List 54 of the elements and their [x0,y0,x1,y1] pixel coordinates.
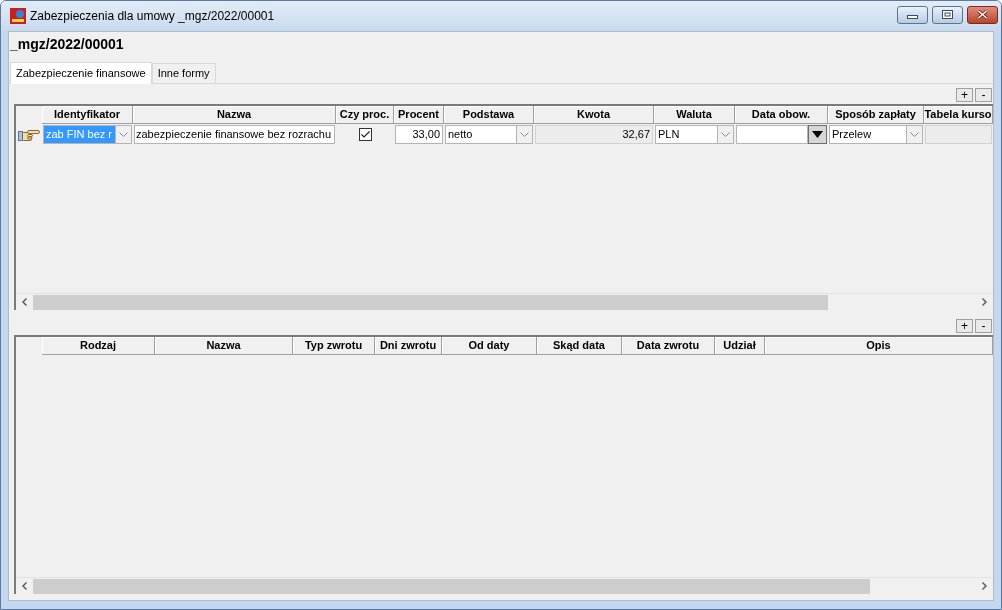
column-header: Tabela kurso [924,106,993,124]
chevron-down-icon [119,132,128,137]
combo-field[interactable]: PLN [655,125,717,144]
column-header: Czy proc. [336,106,394,124]
app-logo-icon [10,8,26,24]
column-header: Rodzaj [42,337,155,355]
maximize-button[interactable] [932,5,963,24]
chevron-down-icon [721,132,730,137]
column-header: Identyfikator [42,106,133,124]
minimize-button[interactable] [897,5,928,24]
column-header: Dni zwrotu [375,337,442,355]
date-field[interactable] [736,125,808,144]
text-field[interactable]: zabezpieczenie finansowe bez rozrachu [134,125,335,144]
chevron-down-icon [910,132,919,137]
document-number: _mgz/2022/00001 [9,35,125,53]
checkbox[interactable] [358,128,372,141]
column-header: Typ zwrotu [293,337,375,355]
column-header: Skąd data [537,337,622,355]
column-header: Waluta [654,106,735,124]
dropdown-button[interactable] [808,125,827,144]
add-row-button[interactable]: + [956,319,973,333]
chevron-right-icon[interactable] [982,582,987,590]
column-header: Opis [765,337,993,355]
close-button[interactable] [967,5,998,24]
column-header: Podstawa [444,106,534,124]
number-field[interactable]: 33,00 [395,125,443,144]
column-header: Procent [394,106,444,124]
combo-field[interactable]: Przelew [829,125,906,144]
minimize-icon [907,14,918,19]
combo-field[interactable]: netto [445,125,516,144]
maximize-icon [942,10,953,19]
add-row-button[interactable]: + [956,88,973,102]
column-header: Nazwa [155,337,293,355]
chevron-left-icon[interactable] [22,582,27,590]
column-header: Data zwrotu [622,337,715,355]
tab[interactable]: Zabezpieczenie finansowe [10,62,152,84]
triangle-down-icon [812,131,823,138]
chevron-left-icon[interactable] [22,298,27,306]
window-title: Zabezpieczenia dla umowy _mgz/2022/00001 [30,8,275,25]
remove-row-button[interactable]: - [975,319,992,333]
scrollbar-thumb[interactable] [33,578,870,594]
close-icon [977,10,988,19]
column-header: Od daty [442,337,537,355]
remove-row-button[interactable]: - [975,88,992,102]
scrollbar-thumb[interactable] [33,294,828,310]
chevron-right-icon[interactable] [982,298,987,306]
column-header: Sposób zapłaty [828,106,924,124]
chevron-down-icon [520,132,529,137]
column-header: Data obow. [735,106,828,124]
tab[interactable]: Inne formy [151,63,216,83]
column-header: Udział [715,337,765,355]
column-header: Nazwa [133,106,336,124]
column-header: Kwota [534,106,654,124]
readonly-field: 32,67 [535,125,653,144]
